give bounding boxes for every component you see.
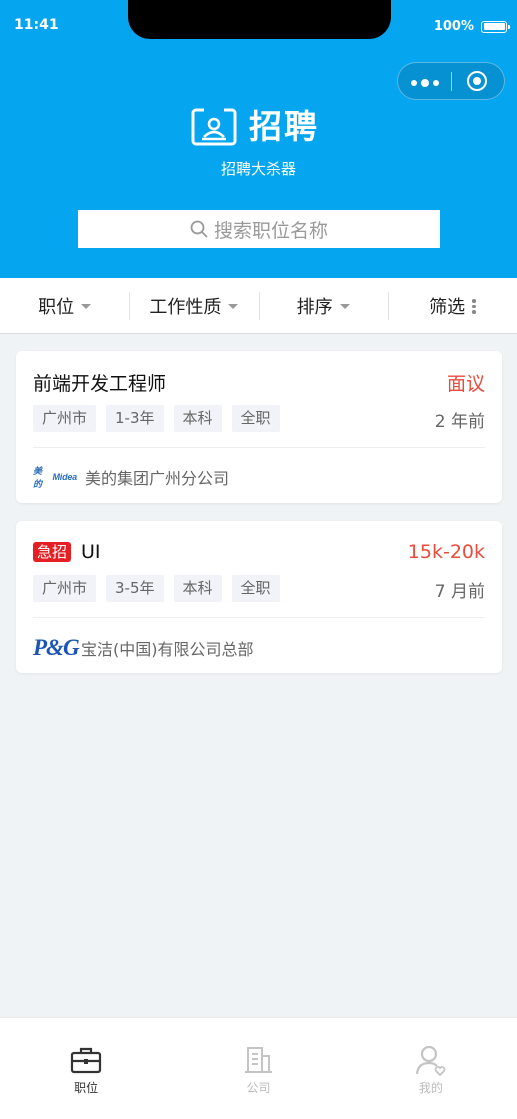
card-divider — [33, 447, 485, 448]
tag-type: 全职 — [231, 405, 280, 432]
company-info: P&G 宝洁(中国)有限公司总部 — [33, 635, 254, 661]
caret-down-icon — [339, 304, 350, 309]
tag-experience: 3-5年 — [106, 575, 164, 602]
tab-jobs[interactable]: 职位 — [0, 1018, 172, 1119]
search-placeholder: 搜索职位名称 — [213, 219, 328, 242]
posted-time: 7 月前 — [434, 582, 485, 602]
capsule-divider — [451, 72, 452, 91]
job-card[interactable]: 前端开发工程师 面议 广州市 1-3年 本科 全职 2 年前 美的 Midea 美… — [16, 351, 502, 503]
tag-experience: 1-3年 — [106, 405, 164, 432]
filter-more[interactable]: 筛选 — [387, 278, 517, 333]
card-divider — [33, 617, 485, 618]
more-icon[interactable] — [411, 79, 439, 87]
tab-bar: 职位 公司 我的 — [0, 1017, 517, 1119]
resume-card-icon — [191, 108, 237, 146]
device-notch — [128, 0, 391, 39]
job-salary: 15k-20k — [407, 541, 485, 563]
posted-time: 2 年前 — [434, 412, 485, 432]
app-title: 招聘 — [249, 107, 319, 146]
miniprogram-capsule — [397, 62, 505, 100]
battery-percent: 100% — [433, 19, 474, 34]
tag-education: 本科 — [173, 405, 222, 432]
midea-logo: 美的 Midea — [33, 466, 77, 489]
company-info: 美的 Midea 美的集团广州分公司 — [33, 465, 229, 489]
tab-company[interactable]: 公司 — [172, 1018, 344, 1119]
job-salary: 面议 — [446, 372, 485, 395]
search-icon — [190, 220, 208, 238]
close-target-icon[interactable] — [467, 71, 487, 91]
caret-down-icon — [81, 304, 92, 309]
search-input[interactable]: 搜索职位名称 — [78, 210, 440, 248]
job-tags: 广州市 1-3年 本科 全职 — [33, 405, 280, 432]
job-title: UI — [81, 541, 101, 563]
vertical-dots-icon — [472, 299, 476, 314]
filter-position[interactable]: 职位 — [0, 278, 129, 333]
filter-label: 职位 — [38, 296, 75, 318]
tab-label: 我的 — [418, 1081, 443, 1095]
app-slogan: 招聘大杀器 — [220, 160, 296, 178]
filter-sort[interactable]: 排序 — [258, 278, 388, 333]
tab-label: 公司 — [246, 1081, 271, 1095]
filter-label: 排序 — [296, 296, 333, 318]
header: 11:41 100% 招聘 招聘大杀器 搜索职位名称 — [0, 0, 517, 278]
company-name: 美的集团广州分公司 — [85, 469, 230, 488]
tab-me[interactable]: 我的 — [345, 1018, 517, 1119]
caret-down-icon — [228, 304, 239, 309]
app-logo: 招聘 — [191, 108, 319, 146]
building-icon — [245, 1047, 273, 1073]
status-time: 11:41 — [14, 17, 59, 33]
filter-job-type[interactable]: 工作性质 — [129, 278, 258, 333]
urgent-badge: 急招 — [33, 542, 72, 562]
user-icon — [415, 1045, 446, 1076]
battery-icon — [481, 20, 510, 33]
job-title: 前端开发工程师 — [33, 372, 167, 395]
tag-type: 全职 — [231, 575, 280, 602]
tag-education: 本科 — [173, 575, 222, 602]
job-tags: 广州市 3-5年 本科 全职 — [33, 575, 280, 602]
status-battery: 100% — [433, 19, 510, 34]
filter-label: 工作性质 — [149, 296, 222, 318]
filter-bar: 职位 工作性质 排序 筛选 — [0, 278, 517, 334]
briefcase-icon — [71, 1047, 102, 1074]
tag-location: 广州市 — [33, 405, 97, 432]
tag-location: 广州市 — [33, 575, 97, 602]
job-card[interactable]: 急招 UI 15k-20k 广州市 3-5年 本科 全职 7 月前 P&G 宝洁… — [16, 521, 502, 673]
pg-logo: P&G — [33, 635, 80, 660]
filter-label: 筛选 — [429, 296, 466, 318]
tab-label: 职位 — [74, 1081, 99, 1095]
company-name: 宝洁(中国)有限公司总部 — [81, 640, 254, 659]
